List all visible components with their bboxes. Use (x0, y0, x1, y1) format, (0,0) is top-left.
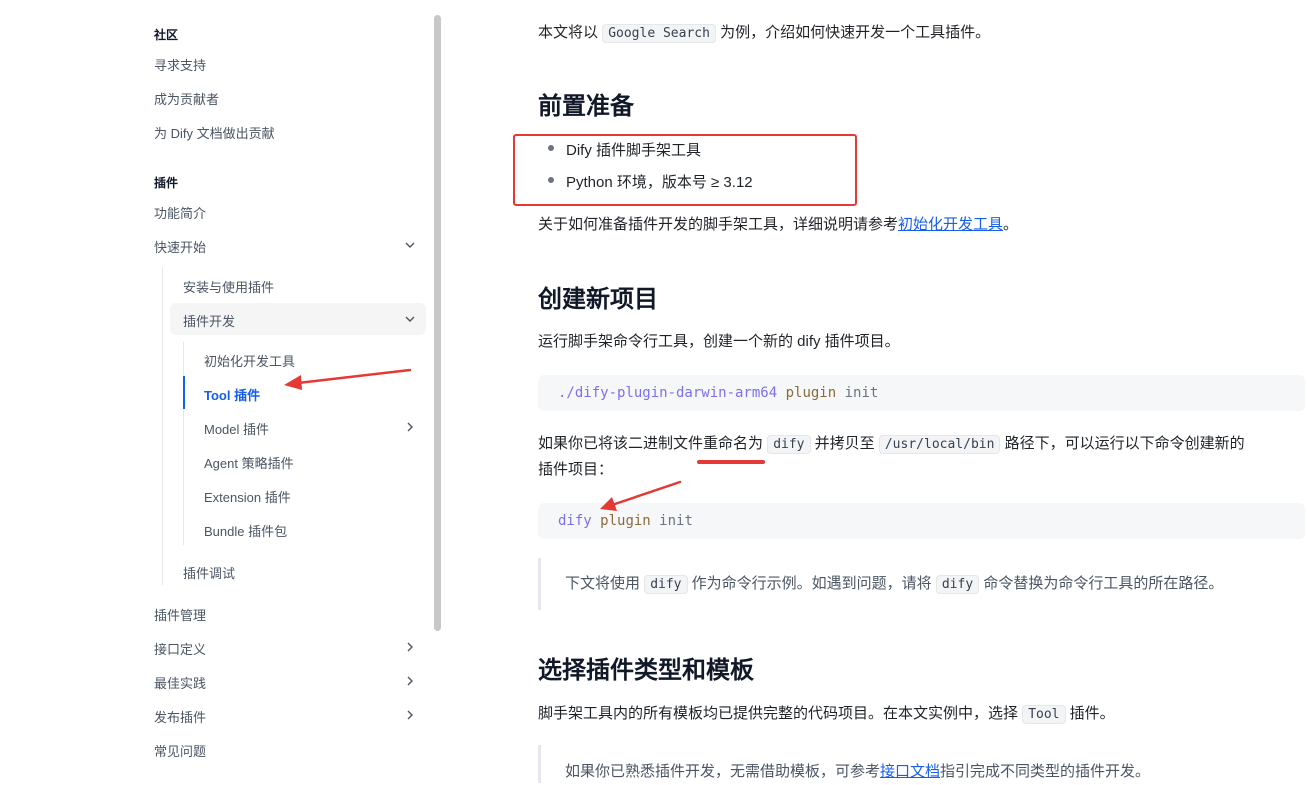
init-tools-link[interactable]: 初始化开发工具 (898, 216, 1003, 233)
sidebar-item-extension-plugin[interactable]: Extension 插件 (204, 487, 291, 506)
prep-note-paragraph: 关于如何准备插件开发的脚手架工具，详细说明请参考初始化开发工具。 (538, 212, 1018, 238)
annotation-highlight-box (513, 134, 857, 206)
quote-text-mid: 作为命令行示例。如遇到问题，请将 (691, 575, 932, 592)
annotation-underline (697, 460, 765, 464)
sidebar-item-api[interactable]: 接口定义 (154, 639, 206, 658)
code-block-init-binary[interactable]: ./dify-plugin-darwin-arm64 plugin init (538, 375, 1305, 411)
sidebar-item-bundle-plugin[interactable]: Bundle 插件包 (204, 521, 287, 540)
quote-text-tail: 命令替换为命令行工具的所在路径。 (983, 575, 1224, 592)
sidebar-item-quickstart[interactable]: 快速开始 (154, 237, 206, 256)
code-token-binary: dify (558, 513, 592, 529)
sidebar-scrollbar[interactable] (434, 15, 441, 631)
inline-code: Google Search (602, 24, 716, 43)
chevron-down-icon[interactable] (403, 238, 417, 252)
quote-text-tail: 指引完成不同类型的插件开发。 (940, 763, 1151, 780)
sidebar-item-intro[interactable]: 功能简介 (154, 203, 206, 222)
prep-note-end: 。 (1003, 216, 1019, 233)
sidebar-item-best-practice[interactable]: 最佳实践 (154, 673, 206, 692)
active-indicator (183, 376, 185, 409)
chevron-right-icon[interactable] (403, 674, 417, 688)
sidebar-item-debug[interactable]: 插件调试 (183, 563, 235, 582)
code-block-dify-init[interactable]: dify plugin init (538, 503, 1305, 539)
sidebar-item-install[interactable]: 安装与使用插件 (183, 277, 274, 296)
code-token-subcommand: plugin (600, 513, 651, 529)
rename-text: 如果你已将该二进制文件重命名为 (538, 435, 764, 452)
sidebar-section-community: 社区 (154, 28, 179, 42)
sidebar-section-plugins: 插件 (154, 176, 179, 190)
quote-text: 下文将使用 (565, 575, 641, 592)
chevron-right-icon[interactable] (403, 420, 417, 434)
inline-code: Tool (1022, 705, 1066, 724)
sidebar-item-manage[interactable]: 插件管理 (154, 605, 206, 624)
sidebar-item-tool-plugin[interactable]: Tool 插件 (204, 385, 260, 404)
rename-text-mid: 并拷贝至 (814, 435, 875, 452)
template-note-blockquote: 如果你已熟悉插件开发，无需借助模板，可参考接口文档指引完成不同类型的插件开发。 (538, 745, 1305, 783)
intro-paragraph: 本文将以 Google Search 为例，介绍如何快速开发一个工具插件。 (538, 20, 990, 47)
select-text-tail: 插件。 (1069, 705, 1115, 722)
prep-note-text: 关于如何准备插件开发的脚手架工具，详细说明请参考 (538, 216, 899, 233)
heading-create-project: 创建新项目 (538, 286, 658, 313)
code-token-arg: init (844, 385, 879, 401)
inline-code: dify (935, 575, 980, 594)
quote-text: 如果你已熟悉插件开发，无需借助模板，可参考 (565, 763, 881, 780)
select-text: 脚手架工具内的所有模板均已提供完整的代码项目。在本文实例中，选择 (538, 705, 1019, 722)
sidebar-item-model-plugin[interactable]: Model 插件 (204, 419, 269, 438)
sidebar-item-faq[interactable]: 常见问题 (154, 741, 206, 760)
code-token-arg: init (659, 513, 693, 529)
sidebar-item-develop[interactable]: 插件开发 (183, 311, 235, 330)
sidebar-item-agent-plugin[interactable]: Agent 策略插件 (204, 453, 294, 472)
select-paragraph: 脚手架工具内的所有模板均已提供完整的代码项目。在本文实例中，选择 Tool 插件… (538, 701, 1115, 728)
heading-prerequisites: 前置准备 (538, 93, 634, 120)
api-docs-link[interactable]: 接口文档 (880, 763, 940, 780)
heading-select-template: 选择插件类型和模板 (538, 657, 754, 684)
sidebar-item-contributor[interactable]: 成为贡献者 (154, 89, 219, 108)
code-token-subcommand: plugin (785, 385, 837, 401)
chevron-right-icon[interactable] (403, 640, 417, 654)
docs-sidebar: 社区 寻求支持 成为贡献者 为 Dify 文档做出贡献 插件 功能简介 快速开始… (0, 0, 445, 783)
quickstart-tree-line (162, 267, 163, 585)
chevron-right-icon[interactable] (403, 708, 417, 722)
sidebar-item-init-tools[interactable]: 初始化开发工具 (204, 351, 295, 370)
intro-text: 本文将以 (538, 24, 599, 41)
inline-code: dify (767, 435, 811, 454)
rename-paragraph-line2: 插件项目： (538, 461, 614, 478)
sidebar-item-support[interactable]: 寻求支持 (154, 55, 206, 74)
create-desc-paragraph: 运行脚手架命令行工具，创建一个新的 dify 插件项目。 (538, 333, 900, 350)
intro-text-tail: 为例，介绍如何快速开发一个工具插件。 (720, 24, 991, 41)
code-token-path: ./dify-plugin-darwin-arm64 (558, 385, 778, 401)
inline-code: /usr/local/bin (878, 435, 1001, 454)
develop-tree-line (183, 342, 184, 545)
rename-text-tail: 路径下，可以运行以下命令创建新的 (1004, 435, 1245, 452)
chevron-down-icon[interactable] (403, 312, 417, 326)
sidebar-item-publish[interactable]: 发布插件 (154, 707, 206, 726)
inline-code: dify (644, 575, 688, 594)
sidebar-item-docs-contribute[interactable]: 为 Dify 文档做出贡献 (154, 123, 275, 142)
rename-paragraph: 如果你已将该二进制文件重命名为 dify 并拷贝至 /usr/local/bin… (538, 431, 1245, 458)
note-blockquote: 下文将使用 dify 作为命令行示例。如遇到问题，请将 dify 命令替换为命令… (538, 558, 1305, 610)
